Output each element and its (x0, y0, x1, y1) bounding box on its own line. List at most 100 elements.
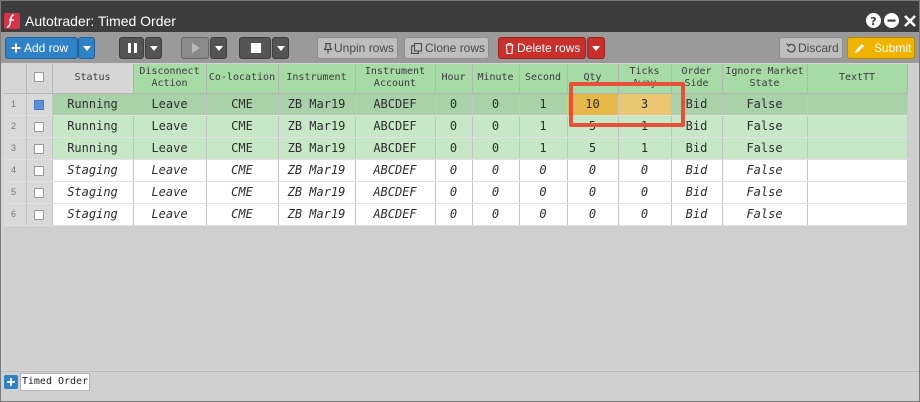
cell-disconnect-action[interactable]: Leave (133, 137, 207, 160)
tab-timed-order[interactable]: Timed Order (20, 373, 90, 391)
header-textt[interactable]: TextTT (807, 64, 908, 94)
stop-button[interactable] (239, 37, 271, 59)
cell-co-location[interactable]: CME (206, 115, 279, 138)
row-checkbox[interactable] (34, 143, 44, 154)
table-row[interactable]: 5 Staging Leave CME ZB Mar19 ABCDEF 0 0 … (4, 181, 908, 204)
cell-minute[interactable]: 0 (472, 115, 520, 138)
cell-ignore-market-state[interactable]: False (722, 137, 808, 160)
row-checkbox[interactable] (34, 187, 44, 198)
cell-ignore-market-state[interactable]: False (722, 181, 808, 204)
cell-disconnect-action[interactable]: Leave (133, 203, 207, 226)
help-icon[interactable]: ? (866, 13, 881, 28)
cell-disconnect-action[interactable]: Leave (133, 93, 207, 116)
cell-ticks-away[interactable]: 0 (618, 159, 672, 182)
cell-instrument-account[interactable]: ABCDEF (355, 115, 436, 138)
cell-order-side[interactable]: Bid (671, 159, 723, 182)
cell-minute[interactable]: 0 (472, 159, 520, 182)
pause-button[interactable] (119, 37, 144, 59)
cell-ticks-away[interactable]: 1 (618, 137, 672, 160)
minimize-icon[interactable] (884, 13, 899, 28)
row-select[interactable] (26, 115, 53, 138)
row-select[interactable] (26, 159, 53, 182)
pause-dropdown[interactable] (145, 37, 162, 59)
cell-hour[interactable]: 0 (435, 137, 473, 160)
cell-instrument[interactable]: ZB Mar19 (278, 115, 356, 138)
cell-status[interactable]: Staging (52, 159, 134, 182)
table-row[interactable]: 4 Staging Leave CME ZB Mar19 ABCDEF 0 0 … (4, 159, 908, 182)
cell-instrument-account[interactable]: ABCDEF (355, 181, 436, 204)
add-tab-button[interactable] (4, 375, 18, 389)
cell-instrument[interactable]: ZB Mar19 (278, 93, 356, 116)
cell-second[interactable]: 1 (519, 137, 568, 160)
cell-instrument-account[interactable]: ABCDEF (355, 93, 436, 116)
cell-ignore-market-state[interactable]: False (722, 159, 808, 182)
cell-qty[interactable]: 0 (567, 203, 619, 226)
cell-co-location[interactable]: CME (206, 181, 279, 204)
cell-second[interactable]: 0 (519, 203, 568, 226)
cell-status[interactable]: Staging (52, 203, 134, 226)
cell-instrument[interactable]: ZB Mar19 (278, 159, 356, 182)
cell-order-side[interactable]: Bid (671, 181, 723, 204)
cell-hour[interactable]: 0 (435, 93, 473, 116)
delete-rows-dropdown[interactable] (587, 37, 605, 59)
header-ignore-market-state[interactable]: Ignore Market State (722, 64, 808, 94)
select-all-checkbox[interactable] (34, 72, 44, 83)
header-minute[interactable]: Minute (472, 64, 520, 94)
row-select[interactable] (26, 203, 53, 226)
add-row-dropdown[interactable] (78, 37, 95, 59)
cell-qty[interactable]: 0 (567, 181, 619, 204)
cell-minute[interactable]: 0 (472, 203, 520, 226)
cell-co-location[interactable]: CME (206, 159, 279, 182)
cell-co-location[interactable]: CME (206, 93, 279, 116)
table-row[interactable]: 3 Running Leave CME ZB Mar19 ABCDEF 0 0 … (4, 137, 908, 160)
cell-co-location[interactable]: CME (206, 203, 279, 226)
cell-co-location[interactable]: CME (206, 137, 279, 160)
play-dropdown[interactable] (210, 37, 227, 59)
cell-status[interactable]: Staging (52, 181, 134, 204)
cell-textt[interactable] (807, 203, 908, 226)
cell-instrument-account[interactable]: ABCDEF (355, 159, 436, 182)
header-instrument-account[interactable]: Instrument Account (355, 64, 436, 94)
cell-textt[interactable] (807, 181, 908, 204)
cell-ignore-market-state[interactable]: False (722, 115, 808, 138)
cell-minute[interactable]: 0 (472, 137, 520, 160)
cell-hour[interactable]: 0 (435, 203, 473, 226)
cell-minute[interactable]: 0 (472, 181, 520, 204)
cell-second[interactable]: 1 (519, 115, 568, 138)
cell-disconnect-action[interactable]: Leave (133, 159, 207, 182)
cell-instrument-account[interactable]: ABCDEF (355, 137, 436, 160)
stop-dropdown[interactable] (272, 37, 289, 59)
table-row[interactable]: 6 Staging Leave CME ZB Mar19 ABCDEF 0 0 … (4, 203, 908, 226)
header-co-location[interactable]: Co-location (206, 64, 279, 94)
cell-ticks-away[interactable]: 0 (618, 181, 672, 204)
row-checkbox[interactable] (34, 165, 44, 176)
header-select[interactable] (26, 64, 53, 94)
cell-instrument[interactable]: ZB Mar19 (278, 137, 356, 160)
row-select[interactable] (26, 93, 53, 116)
submit-button[interactable]: Submit (847, 37, 915, 59)
cell-ticks-away[interactable]: 0 (618, 203, 672, 226)
cell-minute[interactable]: 0 (472, 93, 520, 116)
play-button[interactable] (181, 37, 209, 59)
cell-hour[interactable]: 0 (435, 159, 473, 182)
clone-rows-button[interactable]: Clone rows (404, 37, 489, 59)
unpin-rows-button[interactable]: Unpin rows (317, 37, 398, 59)
cell-textt[interactable] (807, 115, 908, 138)
cell-status[interactable]: Running (52, 115, 134, 138)
cell-instrument-account[interactable]: ABCDEF (355, 203, 436, 226)
cell-textt[interactable] (807, 137, 908, 160)
row-checkbox[interactable] (34, 209, 44, 220)
header-second[interactable]: Second (519, 64, 568, 94)
cell-status[interactable]: Running (52, 93, 134, 116)
cell-hour[interactable]: 0 (435, 181, 473, 204)
row-checkbox[interactable] (34, 121, 44, 132)
delete-rows-button[interactable]: Delete rows (498, 37, 586, 59)
cell-instrument[interactable]: ZB Mar19 (278, 181, 356, 204)
header-hour[interactable]: Hour (435, 64, 473, 94)
discard-button[interactable]: Discard (779, 37, 843, 59)
cell-status[interactable]: Running (52, 137, 134, 160)
row-checkbox[interactable] (34, 99, 44, 110)
cell-textt[interactable] (807, 159, 908, 182)
add-row-button[interactable]: Add row (5, 37, 78, 59)
cell-disconnect-action[interactable]: Leave (133, 115, 207, 138)
